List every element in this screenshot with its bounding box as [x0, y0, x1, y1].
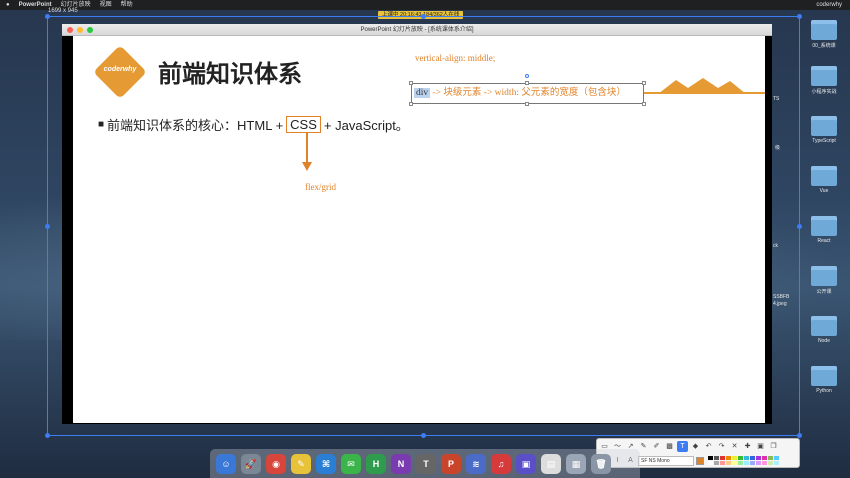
selection-handle[interactable]: [797, 14, 802, 19]
pin-icon[interactable]: ✚: [742, 441, 753, 452]
desktop-folder[interactable]: Python: [804, 366, 844, 394]
selection-size-label: 1699 x 945: [48, 8, 78, 14]
screen-tool-icon[interactable]: ▣: [516, 453, 536, 474]
document-icon[interactable]: ▤: [541, 453, 561, 474]
typora-icon[interactable]: T: [416, 453, 436, 474]
finder-icon[interactable]: ☺: [216, 453, 236, 474]
desktop-folder[interactable]: 公开课: [804, 266, 844, 295]
copy-icon[interactable]: ❐: [768, 441, 779, 452]
folder-icon: [811, 66, 837, 86]
folder-icon: [811, 216, 837, 236]
trash-icon[interactable]: 🗑: [591, 453, 611, 474]
undo-icon[interactable]: ↶: [703, 441, 714, 452]
notes-icon[interactable]: ✎: [291, 453, 311, 474]
close-icon[interactable]: ✕: [729, 441, 740, 452]
desktop-label-partial: 4.jpeg: [773, 301, 787, 307]
save-icon[interactable]: ▣: [755, 441, 766, 452]
selection-handle[interactable]: [45, 14, 50, 19]
hbuilder-icon[interactable]: H: [366, 453, 386, 474]
chrome-icon[interactable]: ◉: [266, 453, 286, 474]
selection-handle[interactable]: [797, 224, 802, 229]
redo-icon[interactable]: ↷: [716, 441, 727, 452]
desktop-folder[interactable]: 00_系统课: [804, 20, 844, 49]
pen-tool-icon[interactable]: ✎: [638, 441, 649, 452]
selection-handle[interactable]: [421, 14, 426, 19]
selection-handle[interactable]: [421, 433, 426, 438]
vscode-icon[interactable]: ⌘: [316, 453, 336, 474]
eraser-tool-icon[interactable]: ◆: [690, 441, 701, 452]
user-name[interactable]: coderwhy: [816, 0, 842, 10]
dock: ☺ 🚀 ◉ ✎ ⌘ ✉ H N T P ≋ ♫ ▣ ▤ ▦ 🗑: [210, 449, 640, 478]
apple-icon[interactable]: ●: [6, 0, 10, 10]
menu-help[interactable]: 帮助: [121, 0, 133, 10]
desktop-folder[interactable]: TypeScript: [804, 116, 844, 144]
selection-handle[interactable]: [45, 433, 50, 438]
folder-icon: [811, 116, 837, 136]
text-tool-icon[interactable]: T: [677, 441, 688, 452]
desktop-folder[interactable]: Vue: [804, 166, 844, 194]
menu-bar: ● PowerPoint 幻灯片放映 视图 帮助 coderwhy: [0, 0, 850, 10]
font-select[interactable]: SF NS Mono: [638, 455, 694, 466]
netease-music-icon[interactable]: ♫: [491, 453, 511, 474]
desktop-label-partial: ck: [773, 243, 778, 249]
selection-handle[interactable]: [45, 224, 50, 229]
desktop-folder[interactable]: Node: [804, 316, 844, 344]
menu-view[interactable]: 视图: [100, 0, 112, 10]
desktop-label-partial: 级: [775, 145, 781, 151]
desktop-folder[interactable]: 小程序实战: [804, 66, 844, 95]
folder-icon: [811, 366, 837, 386]
desktop-label-partial: SSBFB: [773, 294, 790, 300]
launchpad-icon[interactable]: 🚀: [241, 453, 261, 474]
current-color-swatch[interactable]: [696, 456, 704, 465]
powerpoint-icon[interactable]: P: [441, 453, 461, 474]
folder-icon: [811, 316, 837, 336]
mosaic-tool-icon[interactable]: ▩: [664, 441, 675, 452]
desktop-label-partial: TS: [773, 96, 780, 102]
highlighter-tool-icon[interactable]: ✐: [651, 441, 662, 452]
editor-icon[interactable]: ≋: [466, 453, 486, 474]
desktop-folder[interactable]: React: [804, 216, 844, 244]
wechat-icon[interactable]: ✉: [341, 453, 361, 474]
folder-icon: [811, 266, 837, 286]
screen-selection-rect[interactable]: [47, 16, 800, 436]
folder-icon: [811, 20, 837, 40]
menu-app-name[interactable]: PowerPoint: [19, 0, 52, 10]
folder-icon: [811, 166, 837, 186]
color-palette[interactable]: [708, 456, 779, 465]
onenote-icon[interactable]: N: [391, 453, 411, 474]
preview-icon[interactable]: ▦: [566, 453, 586, 474]
